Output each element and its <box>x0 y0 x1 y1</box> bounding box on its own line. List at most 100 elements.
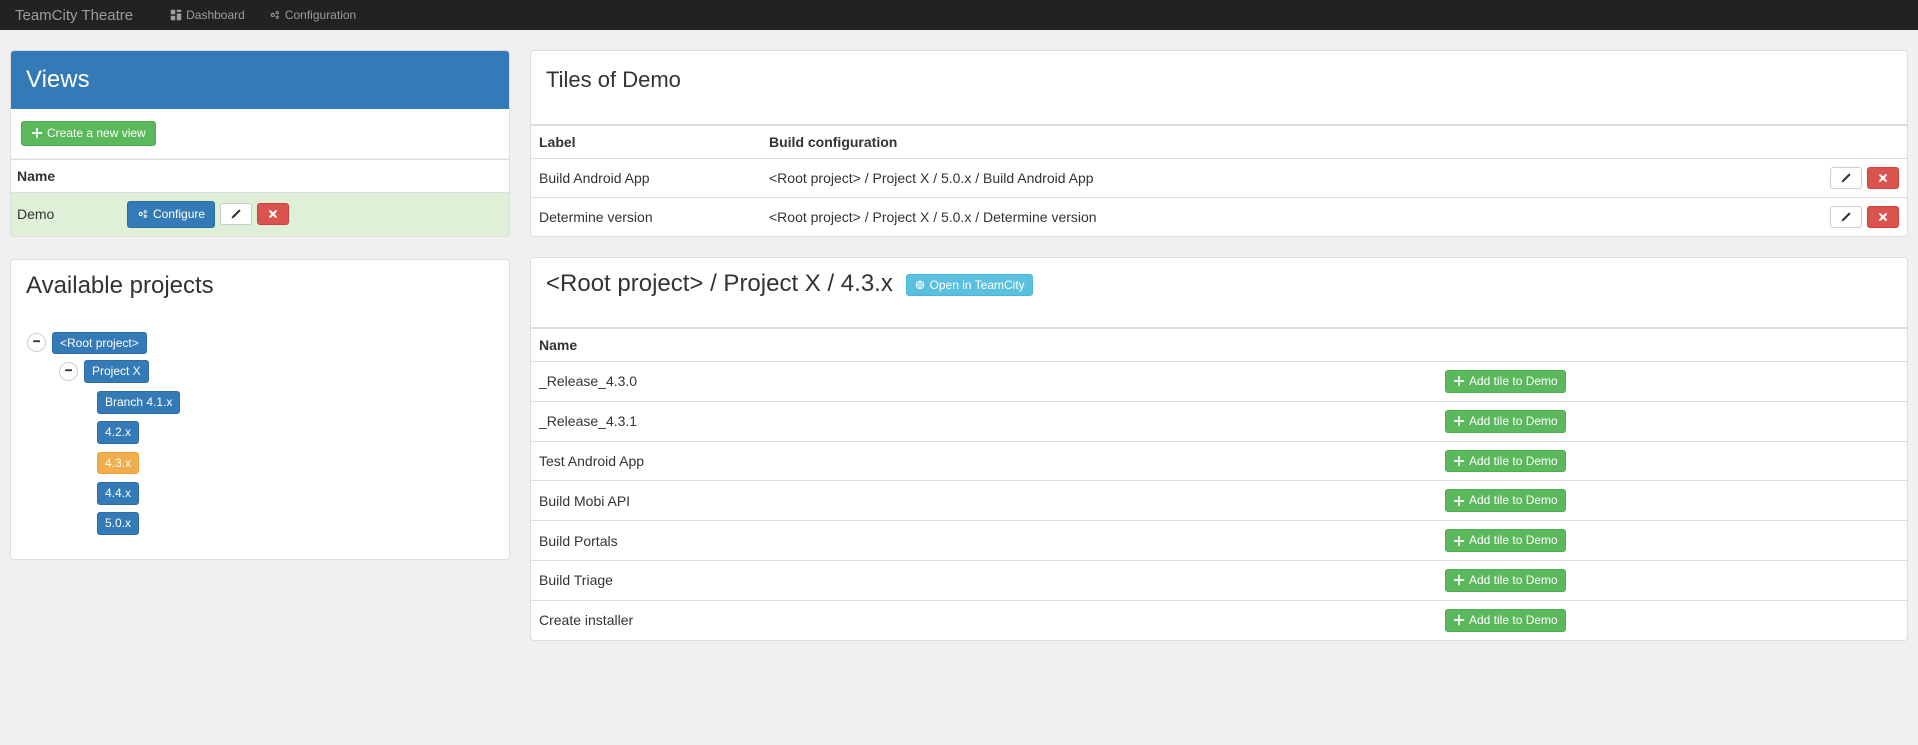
build-row: Build Triage Add tile to Demo <box>531 560 1907 600</box>
project-leaf-active[interactable]: 4.3.x <box>97 452 139 475</box>
edit-tile-button[interactable] <box>1830 206 1862 228</box>
add-tile-label: Add tile to Demo <box>1469 413 1558 430</box>
add-tile-label: Add tile to Demo <box>1469 612 1558 629</box>
minus-icon: ━ <box>65 366 72 377</box>
project-leaf[interactable]: 4.4.x <box>97 482 139 505</box>
view-name: Demo <box>11 192 121 235</box>
plus-icon <box>1453 455 1465 467</box>
selected-project-panel: <Root project> / Project X / 4.3.x Open … <box>530 257 1908 641</box>
add-tile-label: Add tile to Demo <box>1469 572 1558 589</box>
nav-dashboard[interactable]: Dashboard <box>158 0 257 30</box>
configure-view-label: Configure <box>153 206 205 223</box>
plus-icon <box>1453 614 1465 626</box>
delete-tile-button[interactable] <box>1867 167 1899 189</box>
tile-label: Build Android App <box>531 159 761 198</box>
cogs-icon <box>137 208 149 220</box>
project-leaf[interactable]: 4.2.x <box>97 421 139 444</box>
build-name: Test Android App <box>531 441 1437 481</box>
create-view-button[interactable]: Create a new view <box>21 121 156 146</box>
add-tile-button[interactable]: Add tile to Demo <box>1445 609 1566 632</box>
selected-project-title-wrap: <Root project> / Project X / 4.3.x Open … <box>531 258 1907 310</box>
minus-icon: ━ <box>33 337 40 348</box>
project-node-root[interactable]: <Root project> <box>52 332 147 355</box>
edit-view-button[interactable] <box>220 203 252 225</box>
pencil-icon <box>1840 172 1852 184</box>
view-row[interactable]: Demo Configure <box>11 192 509 235</box>
build-row: Build Mobi API Add tile to Demo <box>531 481 1907 521</box>
build-row: _Release_4.3.0 Add tile to Demo <box>531 362 1907 402</box>
selected-project-title: <Root project> / Project X / 4.3.x <box>546 270 893 297</box>
edit-tile-button[interactable] <box>1830 167 1862 189</box>
add-tile-button[interactable]: Add tile to Demo <box>1445 370 1566 393</box>
projects-panel-title: Available projects <box>11 260 509 312</box>
add-tile-button[interactable]: Add tile to Demo <box>1445 569 1566 592</box>
configure-view-button[interactable]: Configure <box>127 201 215 228</box>
builds-blank-bar <box>531 310 1907 328</box>
build-name: _Release_4.3.1 <box>531 401 1437 441</box>
build-row: Create installer Add tile to Demo <box>531 600 1907 639</box>
build-row: Test Android App Add tile to Demo <box>531 441 1907 481</box>
build-row: Build Portals Add tile to Demo <box>531 521 1907 561</box>
nav-configuration[interactable]: Configuration <box>257 0 368 30</box>
project-node[interactable]: Project X <box>84 360 149 383</box>
build-row: _Release_4.3.1 Add tile to Demo <box>531 401 1907 441</box>
delete-tile-button[interactable] <box>1867 206 1899 228</box>
plus-icon <box>1453 535 1465 547</box>
tile-row: Determine version<Root project> / Projec… <box>531 198 1907 237</box>
plus-icon <box>1453 495 1465 507</box>
add-tile-button[interactable]: Add tile to Demo <box>1445 410 1566 433</box>
tile-label: Determine version <box>531 198 761 237</box>
open-in-teamcity-label: Open in TeamCity <box>930 277 1025 294</box>
create-view-label: Create a new view <box>47 125 146 142</box>
open-in-teamcity-button[interactable]: Open in TeamCity <box>906 274 1033 297</box>
build-name: _Release_4.3.0 <box>531 362 1437 402</box>
builds-table: Name _Release_4.3.0Add tile to Demo_Rele… <box>531 328 1907 640</box>
nav-configuration-label: Configuration <box>285 8 356 22</box>
nav-dashboard-label: Dashboard <box>186 8 245 22</box>
pencil-icon <box>1840 211 1852 223</box>
tiles-col-buildcfg: Build configuration <box>761 126 1822 159</box>
tiles-panel: Tiles of Demo Label Build configuration … <box>530 50 1908 237</box>
remove-icon <box>1877 211 1889 223</box>
cogs-icon <box>269 9 281 21</box>
tiles-col-label: Label <box>531 126 761 159</box>
tiles-blank-bar <box>531 107 1907 125</box>
navbar-brand[interactable]: TeamCity Theatre <box>15 7 158 24</box>
plus-icon <box>31 127 43 139</box>
project-leaf[interactable]: Branch 4.1.x <box>97 391 180 414</box>
navbar: TeamCity Theatre Dashboard Configuration <box>0 0 1918 30</box>
project-leaf[interactable]: 5.0.x <box>97 512 139 535</box>
build-name: Create installer <box>531 600 1437 639</box>
tiles-table: Label Build configuration Build Android … <box>531 125 1907 236</box>
views-table: Name Demo Configure <box>11 159 509 236</box>
add-tile-button[interactable]: Add tile to Demo <box>1445 450 1566 473</box>
delete-view-button[interactable] <box>257 203 289 225</box>
tile-config: <Root project> / Project X / 5.0.x / Det… <box>761 198 1822 237</box>
tree-toggle-root[interactable]: ━ <box>27 333 46 352</box>
tree-toggle[interactable]: ━ <box>59 362 78 381</box>
build-name: Build Portals <box>531 521 1437 561</box>
projects-tree: ━ <Root project> ━ Project X <box>11 312 509 560</box>
projects-panel: Available projects ━ <Root project> <box>10 259 510 561</box>
plus-icon <box>1453 574 1465 586</box>
pencil-icon <box>230 208 242 220</box>
build-name: Build Triage <box>531 560 1437 600</box>
add-tile-button[interactable]: Add tile to Demo <box>1445 529 1566 552</box>
build-name: Build Mobi API <box>531 481 1437 521</box>
add-tile-button[interactable]: Add tile to Demo <box>1445 489 1566 512</box>
views-panel-title: Views <box>11 51 509 109</box>
globe-icon <box>914 279 926 291</box>
plus-icon <box>1453 375 1465 387</box>
tiles-panel-title: Tiles of Demo <box>531 51 1907 107</box>
remove-icon <box>267 208 279 220</box>
remove-icon <box>1877 172 1889 184</box>
plus-icon <box>1453 415 1465 427</box>
tile-row: Build Android App<Root project> / Projec… <box>531 159 1907 198</box>
add-tile-label: Add tile to Demo <box>1469 453 1558 470</box>
views-col-name: Name <box>11 159 121 192</box>
dashboard-icon <box>170 9 182 21</box>
add-tile-label: Add tile to Demo <box>1469 373 1558 390</box>
add-tile-label: Add tile to Demo <box>1469 492 1558 509</box>
views-panel: Views Create a new view Name Demo <box>10 50 510 237</box>
builds-col-name: Name <box>531 329 1437 362</box>
